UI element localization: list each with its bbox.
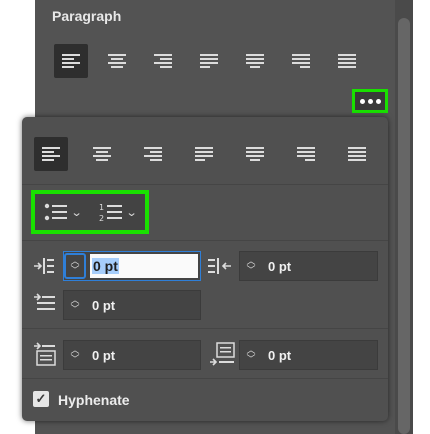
align-right-icon (154, 53, 172, 69)
panel-scrollbar-thumb[interactable] (398, 18, 410, 434)
panel-alignment-row (54, 44, 364, 78)
popover-alignment-row (34, 137, 374, 171)
first-line-indent-field[interactable]: ︿ ﹀ 0 pt (63, 290, 201, 320)
popover-align-right-button[interactable] (136, 137, 170, 171)
justify-right-button[interactable] (284, 44, 318, 78)
left-indent-field[interactable]: ︿ ﹀ 0 pt (63, 251, 201, 281)
justify-left-icon (200, 53, 218, 69)
space-after-icon (210, 342, 235, 366)
divider (22, 378, 388, 379)
checkmark-icon: ✓ (35, 391, 47, 406)
left-indent-stepper[interactable]: ︿ ﹀ (64, 253, 86, 279)
chevron-down-icon[interactable]: ﹀ (246, 266, 255, 275)
justify-all-icon (338, 53, 356, 69)
popover-justify-all-button[interactable] (340, 137, 374, 171)
space-before-field[interactable]: ︿ ﹀ 0 pt (63, 340, 201, 370)
align-center-icon (108, 53, 126, 69)
align-center-button[interactable] (100, 44, 134, 78)
first-line-indent-value[interactable]: 0 pt (92, 298, 115, 313)
divider (22, 184, 388, 185)
chevron-down-icon[interactable]: ﹀ (70, 266, 79, 275)
bullet-list-icon (44, 203, 67, 221)
svg-text:2: 2 (99, 214, 104, 222)
space-before-value[interactable]: 0 pt (92, 348, 115, 363)
chevron-down-icon[interactable]: ﹀ (70, 305, 79, 314)
justify-right-icon (297, 146, 315, 162)
list-buttons-group: ⌄ 1 2 ⌄ (31, 190, 149, 234)
hyphenate-checkbox[interactable]: ✓ (33, 391, 49, 407)
right-indent-field[interactable]: ︿ ﹀ 0 pt (239, 251, 378, 281)
divider (22, 240, 388, 241)
left-indent-value: 0 pt (92, 258, 119, 274)
align-center-icon (93, 146, 111, 162)
space-after-stepper[interactable]: ︿ ﹀ (240, 346, 262, 364)
divider (22, 328, 388, 329)
hyphenate-label[interactable]: Hyphenate (58, 392, 130, 408)
chevron-down-icon: ⌄ (70, 206, 83, 219)
svg-text:1: 1 (99, 203, 104, 212)
first-line-indent-stepper[interactable]: ︿ ﹀ (64, 296, 86, 314)
popover-align-center-button[interactable] (85, 137, 119, 171)
dot-icon (367, 98, 373, 104)
chevron-down-icon[interactable]: ﹀ (246, 355, 255, 364)
justify-center-icon (246, 146, 264, 162)
popover-justify-left-button[interactable] (187, 137, 221, 171)
right-indent-value[interactable]: 0 pt (268, 259, 291, 274)
panel-title: Paragraph (52, 8, 122, 24)
justify-all-icon (348, 146, 366, 162)
align-left-icon (62, 53, 80, 69)
right-indent-stepper[interactable]: ︿ ﹀ (240, 257, 262, 275)
first-line-indent-icon (34, 293, 55, 310)
align-left-icon (42, 146, 60, 162)
right-indent-icon (208, 258, 231, 274)
dot-icon (359, 98, 365, 104)
justify-all-button[interactable] (330, 44, 364, 78)
justify-left-icon (195, 146, 213, 162)
popover-justify-right-button[interactable] (289, 137, 323, 171)
more-options-button[interactable] (352, 89, 388, 113)
popover-align-left-button[interactable] (34, 137, 68, 171)
chevron-down-icon: ⌄ (125, 206, 138, 219)
numbered-list-icon: 1 2 (99, 203, 122, 222)
justify-left-button[interactable] (192, 44, 226, 78)
space-before-stepper[interactable]: ︿ ﹀ (64, 346, 86, 364)
left-indent-input[interactable]: 0 pt (90, 254, 198, 278)
numbered-list-button[interactable]: 1 2 ⌄ (99, 202, 138, 222)
popover-justify-center-button[interactable] (238, 137, 272, 171)
bullet-list-button[interactable]: ⌄ (44, 202, 83, 222)
chevron-down-icon[interactable]: ﹀ (70, 355, 79, 364)
align-right-icon (144, 146, 162, 162)
align-right-button[interactable] (146, 44, 180, 78)
space-after-field[interactable]: ︿ ﹀ 0 pt (239, 340, 378, 370)
space-before-icon (34, 342, 56, 366)
justify-center-icon (246, 53, 264, 69)
align-left-button[interactable] (54, 44, 88, 78)
left-indent-icon (34, 258, 54, 274)
dot-icon (375, 98, 381, 104)
justify-center-button[interactable] (238, 44, 272, 78)
space-after-value[interactable]: 0 pt (268, 348, 291, 363)
justify-right-icon (292, 53, 310, 69)
